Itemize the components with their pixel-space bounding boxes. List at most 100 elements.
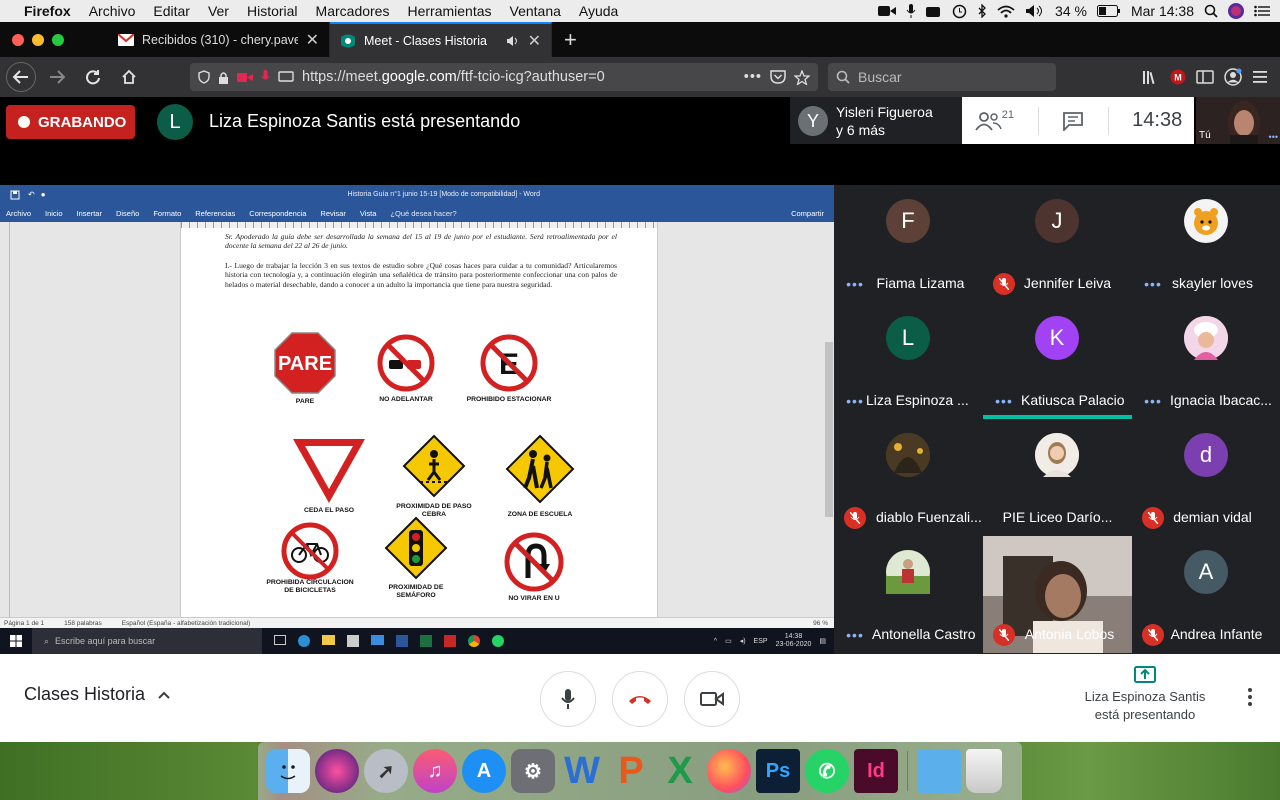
windows-search-box: ⌕ Escribe aquí para buscar <box>32 628 262 654</box>
tab-meet[interactable]: Meet - Clases Historia ✕ <box>330 22 552 57</box>
camera-status-icon[interactable] <box>878 5 897 17</box>
shield-icon[interactable] <box>198 70 210 84</box>
menu-ventana[interactable]: Ventana <box>501 3 570 19</box>
speaker-audio-icon[interactable] <box>506 35 520 47</box>
participant-tile[interactable]: PIE Liceo Darío... <box>983 419 1132 536</box>
close-tab-icon[interactable]: ✕ <box>306 30 319 50</box>
dock-excel[interactable]: X <box>658 749 702 793</box>
camera-permission-icon[interactable] <box>237 72 253 83</box>
menu-herramientas[interactable]: Herramientas <box>398 3 500 19</box>
mic-permission-icon[interactable] <box>261 70 270 84</box>
dock-word[interactable]: W <box>560 749 604 793</box>
dock-photoshop[interactable]: Ps <box>756 749 800 793</box>
dock-whatsapp[interactable]: ✆ <box>805 749 849 793</box>
dock-system-preferences[interactable]: ⚙ <box>511 749 555 793</box>
search-input[interactable]: Buscar <box>828 63 1056 91</box>
participant-tile[interactable]: L ••• Liza Espinoza ... <box>834 302 983 419</box>
minimize-window-button[interactable] <box>32 33 44 46</box>
new-tab-button[interactable]: + <box>552 22 589 57</box>
divider <box>1107 106 1109 135</box>
extension-mcafee-icon[interactable]: M <box>1170 69 1186 85</box>
menu-ver[interactable]: Ver <box>199 3 238 19</box>
active-speaker-info[interactable]: Y Yisleri Figueroa y 6 más <box>790 97 962 144</box>
bookmark-star-icon[interactable] <box>794 69 810 85</box>
hamburger-menu-icon[interactable] <box>1252 70 1268 84</box>
recording-badge[interactable]: GRABANDO <box>6 105 135 139</box>
dock-launchpad[interactable]: ➚ <box>364 749 408 793</box>
participant-tile[interactable]: J Jennifer Leiva <box>983 185 1132 302</box>
tab-gmail[interactable]: Recibidos (310) - chery.pavez@ ✕ <box>108 22 330 57</box>
leave-call-button[interactable] <box>612 671 668 727</box>
forward-button[interactable] <box>42 62 72 92</box>
screen-sharing-permission-icon[interactable] <box>278 71 294 83</box>
participant-tile[interactable]: ••• skayler loves <box>1132 185 1280 302</box>
bluetooth-icon[interactable] <box>977 4 987 18</box>
dock-indesign[interactable]: Id <box>854 749 898 793</box>
menu-archivo[interactable]: Archivo <box>80 3 145 19</box>
url-text[interactable]: https://meet.google.com/ftf-tcio-icg?aut… <box>302 69 736 85</box>
close-window-button[interactable] <box>12 33 24 46</box>
tray-language: ESP <box>753 637 768 645</box>
participants-button[interactable]: 21 <box>974 109 1014 131</box>
mic-status-icon[interactable] <box>906 4 916 18</box>
zoom-window-button[interactable] <box>52 33 64 46</box>
camera-button[interactable] <box>684 671 740 727</box>
dock-powerpoint[interactable]: P <box>609 749 653 793</box>
screen-share-icon[interactable] <box>926 5 942 18</box>
battery-percent[interactable]: 34 % <box>1055 3 1087 19</box>
menu-historial[interactable]: Historial <box>238 3 307 19</box>
participant-tile[interactable]: F ••• Fiama Lizama <box>834 185 983 302</box>
speaker-avatar: Y <box>798 105 828 136</box>
battery-icon[interactable] <box>1096 5 1121 17</box>
participant-tile-video[interactable]: Antonia Lobos <box>983 536 1132 653</box>
tab-title: Recibidos (310) - chery.pavez@ <box>142 32 298 47</box>
menubar-clock[interactable]: Mar 14:38 <box>1131 3 1194 19</box>
participant-tile-speaking[interactable]: K ••• Katiusca Palacio <box>983 302 1132 419</box>
wifi-icon[interactable] <box>997 5 1015 18</box>
page-actions-icon[interactable]: ••• <box>744 69 762 85</box>
participant-tile[interactable]: ••• Ignacia Ibacac... <box>1132 302 1280 419</box>
account-icon[interactable] <box>1224 68 1242 86</box>
chat-button[interactable] <box>1062 111 1084 131</box>
participant-tile[interactable]: A Andrea Infante <box>1132 536 1280 653</box>
status-zoom: 96 % <box>813 619 828 627</box>
time-machine-icon[interactable] <box>952 4 967 19</box>
dock-app-store[interactable]: A <box>462 749 506 793</box>
library-icon[interactable] <box>1142 69 1160 85</box>
menu-marcadores[interactable]: Marcadores <box>307 3 399 19</box>
participant-tile[interactable]: ••• Antonella Castro <box>834 536 983 653</box>
menu-ayuda[interactable]: Ayuda <box>570 3 627 19</box>
close-tab-icon[interactable]: ✕ <box>528 31 541 51</box>
dock-firefox[interactable] <box>707 749 751 793</box>
presentation-status-button[interactable]: Liza Espinoza Santis está presentando <box>1072 666 1218 724</box>
self-view-video[interactable]: Tú ••• <box>1196 97 1280 144</box>
microphone-button[interactable] <box>540 671 596 727</box>
dock-itunes[interactable]: ♫ <box>413 749 457 793</box>
doc-paragraph-1: Sr. Apoderado la guía debe ser desarroll… <box>225 232 617 251</box>
menu-editar[interactable]: Editar <box>144 3 199 19</box>
ribbon-share: Compartir <box>791 208 824 218</box>
url-bar[interactable]: https://meet.google.com/ftf-tcio-icg?aut… <box>190 63 818 91</box>
dock-folder[interactable] <box>917 749 961 793</box>
reload-button[interactable] <box>78 62 108 92</box>
back-button[interactable] <box>6 62 36 92</box>
dock-finder[interactable] <box>266 749 310 793</box>
self-more-icon[interactable]: ••• <box>1269 132 1278 142</box>
lock-icon[interactable] <box>218 71 229 84</box>
browser-tab-bar: Recibidos (310) - chery.pavez@ ✕ Meet - … <box>0 22 1280 57</box>
excel-app-icon: X <box>667 749 693 792</box>
volume-icon[interactable] <box>1025 4 1045 18</box>
notification-center-icon[interactable] <box>1254 5 1270 17</box>
participant-tile[interactable]: d demian vidal <box>1132 419 1280 536</box>
participant-tile[interactable]: diablo Fuenzali... <box>834 419 983 536</box>
meeting-details-button[interactable]: Clases Historia <box>24 684 171 705</box>
more-options-button[interactable] <box>1240 682 1260 712</box>
dock-siri[interactable] <box>315 749 359 793</box>
home-button[interactable] <box>114 62 144 92</box>
pocket-icon[interactable] <box>770 70 786 84</box>
menu-app-name[interactable]: Firefox <box>18 3 80 19</box>
siri-icon[interactable] <box>1228 3 1244 19</box>
spotlight-icon[interactable] <box>1204 4 1218 18</box>
reader-view-icon[interactable] <box>1196 69 1214 85</box>
dock-trash[interactable] <box>966 749 1002 793</box>
